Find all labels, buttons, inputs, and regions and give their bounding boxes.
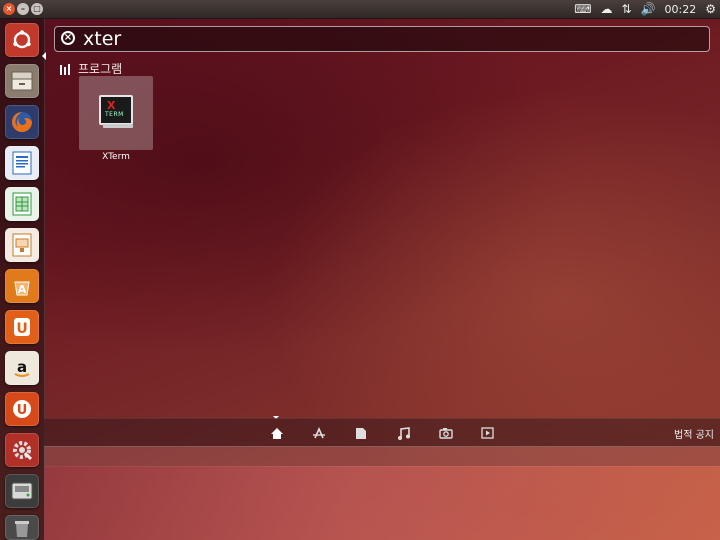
result-label: XTerm — [102, 152, 130, 162]
category-header: 프로그램 — [60, 60, 122, 77]
home-icon[interactable] — [270, 427, 284, 444]
legal-notice-link[interactable]: 법적 공지 — [674, 426, 714, 441]
keyboard-icon[interactable]: ⌨ — [574, 0, 591, 18]
file-cabinet-icon[interactable] — [5, 64, 39, 98]
drive-icon[interactable] — [5, 474, 39, 508]
search-input[interactable] — [83, 28, 683, 50]
result-item-xterm[interactable]: X TERM — [79, 76, 153, 150]
xterm-keyboard-shape — [103, 124, 133, 128]
software-center-icon[interactable]: A — [5, 269, 39, 303]
gear-icon[interactable]: ⚙ — [705, 0, 716, 18]
maximize-icon[interactable]: □ — [31, 3, 43, 15]
applications-category-icon — [60, 63, 72, 75]
category-label: 프로그램 — [78, 62, 123, 76]
files-icon[interactable] — [355, 427, 367, 444]
photos-icon[interactable] — [439, 427, 453, 443]
calc-icon[interactable] — [5, 187, 39, 221]
music-icon[interactable] — [397, 427, 410, 444]
minimize-icon[interactable]: – — [17, 3, 29, 15]
video-icon[interactable] — [481, 427, 494, 443]
search-box: × — [54, 26, 710, 52]
launcher: A U a U — [0, 18, 46, 540]
ubuntu-logo-icon[interactable] — [5, 23, 39, 57]
cloud-icon[interactable]: ☁ — [601, 0, 613, 18]
settings-icon[interactable] — [5, 433, 39, 467]
svg-text:U: U — [16, 321, 27, 337]
trash-icon[interactable] — [5, 515, 39, 540]
svg-text:U: U — [17, 403, 28, 418]
close-icon[interactable]: × — [3, 3, 15, 15]
lens-bar: 법적 공지 — [44, 418, 720, 447]
amazon-icon[interactable]: a — [5, 351, 39, 385]
indicator-tray: ⌨ ☁ ⇅ 🔊 00:22 ⚙ — [574, 0, 716, 18]
svg-text:a: a — [17, 358, 27, 376]
impress-icon[interactable] — [5, 228, 39, 262]
applications-icon[interactable] — [312, 427, 326, 444]
volume-icon[interactable]: 🔊 — [641, 0, 656, 18]
writer-icon[interactable] — [5, 146, 39, 180]
clock[interactable]: 00:22 — [665, 3, 697, 16]
active-indicator — [42, 52, 46, 60]
top-panel: × – □ ⌨ ☁ ⇅ 🔊 00:22 ⚙ — [0, 0, 720, 19]
network-icon[interactable]: ⇅ — [622, 0, 632, 18]
clear-search-icon[interactable]: × — [61, 31, 75, 45]
ubuntu-one-music-icon[interactable]: U — [5, 392, 39, 426]
svg-text:A: A — [18, 283, 27, 296]
filter-strip — [44, 446, 720, 467]
xterm-icon: X TERM — [99, 95, 133, 125]
ubuntu-one-icon[interactable]: U — [5, 310, 39, 344]
dash-bottom-area — [44, 466, 720, 540]
firefox-icon[interactable] — [5, 105, 39, 139]
